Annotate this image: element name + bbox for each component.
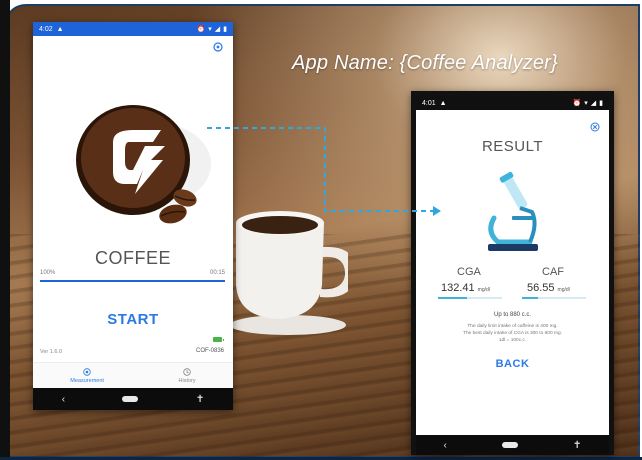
settings-icon[interactable] [213, 42, 223, 52]
caf-bar [522, 297, 586, 299]
caf-value-row: 56.55 mg/dl [527, 282, 570, 294]
caf-label: CAF [542, 266, 564, 278]
back-button[interactable]: BACK [416, 358, 609, 370]
warning-icon: ▲ [439, 99, 447, 107]
cga-label: CGA [457, 266, 481, 278]
coffee-analyzer-logo [76, 105, 211, 224]
caffeine-note: The daily limit intake of caffeine is 40… [467, 324, 558, 329]
target-icon [83, 368, 91, 376]
nav-measurement-label: Measurement [70, 378, 104, 384]
volume-limit-text: Up to 880 c.c. [493, 312, 532, 318]
phone-measurement-screen: 4:02 ▲ ⏰ ▾ ◢ ▮ COFFEE 100% 00:15 START V… [33, 22, 233, 410]
progress-percent: 100% [40, 270, 56, 276]
back-nav-icon[interactable]: ‹ [444, 440, 447, 451]
accessibility-icon[interactable]: ✝ [573, 440, 581, 451]
cga-bar [438, 297, 502, 299]
status-time: 4:01 [422, 99, 436, 107]
clock-icon [183, 368, 191, 376]
cga-bar-fill [438, 297, 467, 299]
caf-unit: mg/dl [557, 287, 570, 293]
nav-measurement[interactable]: Measurement [70, 363, 104, 389]
coffee-cup-image [230, 211, 348, 335]
version-label: Ver 1.6.0 [40, 349, 63, 355]
close-icon[interactable] [590, 122, 600, 132]
nav-history[interactable]: History [179, 363, 196, 389]
caf-bar-fill [522, 297, 538, 299]
slide: App Name: {Coffee Analyzer} 4:02 ▲ ⏰ ▾ ◢… [0, 0, 642, 460]
nav-history-label: History [178, 378, 196, 384]
warning-icon: ▲ [56, 25, 64, 33]
progress-labels: 100% 00:15 [40, 270, 225, 276]
microscope-icon [488, 172, 538, 251]
status-time: 4:02 [39, 25, 53, 33]
result-title: RESULT [481, 138, 544, 155]
start-button[interactable]: START [33, 311, 233, 328]
unit-note: 1dl = 100c.c. [498, 338, 527, 343]
caf-value: 56.55 [527, 282, 555, 294]
status-bar: 4:01 ▲ ⏰ ▾ ◢ ▮ [416, 96, 609, 110]
progress-timer: 00:15 [209, 270, 225, 276]
wifi-icon: ▾ [208, 26, 212, 33]
battery-status-icon: ▮ [599, 100, 603, 107]
home-nav-icon[interactable] [122, 396, 139, 402]
system-nav-bar: ‹ ✝ [33, 388, 233, 410]
progress-bar [40, 280, 225, 282]
bottom-navigation: Measurement History [33, 362, 233, 389]
alarm-icon: ⏰ [572, 100, 582, 107]
cga-unit: mg/dl [477, 287, 490, 293]
signal-icon: ◢ [214, 26, 221, 33]
home-nav-icon[interactable] [501, 442, 518, 448]
progress-fill [40, 280, 225, 282]
cga-note: The best daily intake of CGA is 300 to 6… [463, 331, 562, 336]
accessibility-icon[interactable]: ✝ [196, 394, 204, 405]
cga-value-row: 132.41 mg/dl [441, 282, 490, 294]
frame-edge [0, 0, 10, 460]
device-battery-icon [213, 337, 224, 342]
battery-status-icon: ▮ [223, 26, 227, 33]
device-id-label: COF-0836 [195, 348, 224, 354]
status-bar: 4:02 ▲ ⏰ ▾ ◢ ▮ [33, 22, 233, 36]
alarm-icon: ⏰ [196, 26, 206, 33]
wifi-icon: ▾ [584, 100, 588, 107]
back-nav-icon[interactable]: ‹ [62, 394, 65, 405]
app-name-caption: App Name: {Coffee Analyzer} [292, 52, 558, 74]
signal-icon: ◢ [590, 100, 597, 107]
cga-value: 132.41 [441, 282, 475, 294]
screen-title: COFFEE [94, 248, 171, 268]
phone-result-screen: 4:01 ▲ ⏰ ▾ ◢ ▮ RESULT CGA 132.41 mg/dl C… [411, 91, 614, 455]
system-nav-bar: ‹ ✝ [416, 435, 609, 455]
